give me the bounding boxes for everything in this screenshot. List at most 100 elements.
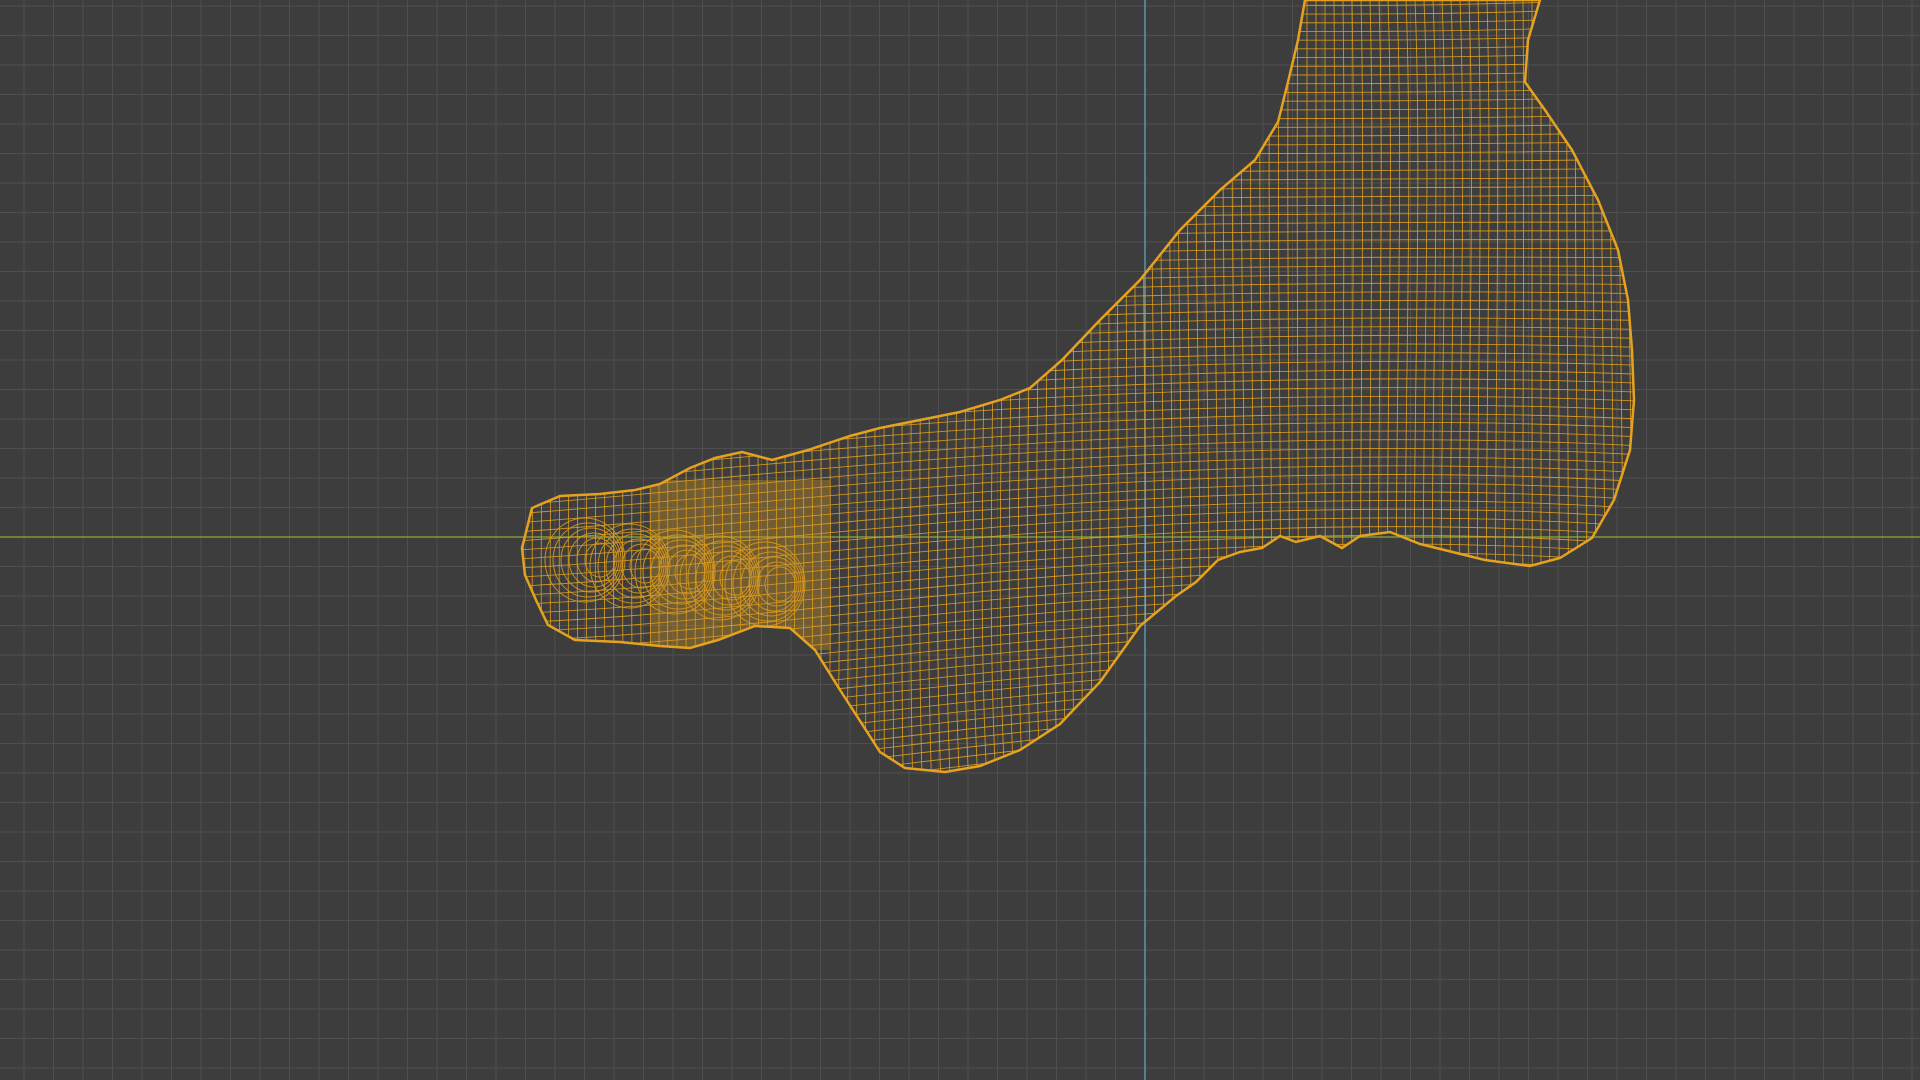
mesh-edge bbox=[585, 0, 592, 772]
mesh-edge bbox=[1565, 0, 1569, 772]
mesh-edge bbox=[666, 0, 669, 772]
mesh-edge bbox=[522, 230, 1634, 282]
mesh-edge bbox=[1158, 0, 1165, 772]
mesh-edge bbox=[963, 0, 971, 772]
toes-mesh bbox=[544, 480, 830, 650]
mesh-edge bbox=[522, 167, 1634, 219]
mesh-edge bbox=[770, 0, 778, 772]
mesh-edge bbox=[1522, 0, 1525, 772]
mesh-edge bbox=[522, 413, 1634, 471]
mesh-edge bbox=[1449, 0, 1457, 772]
mesh-edge bbox=[522, 725, 1634, 772]
mesh-edge bbox=[603, 0, 609, 772]
mesh-edge bbox=[854, 0, 858, 772]
mesh-edge bbox=[522, 387, 1634, 444]
mesh-edge bbox=[567, 0, 575, 772]
floor-grid bbox=[0, 0, 1920, 1080]
mesh-edge bbox=[1107, 0, 1110, 772]
mesh-edge bbox=[1404, 0, 1412, 772]
mesh-edge bbox=[798, 0, 805, 772]
mesh-edge bbox=[981, 0, 989, 772]
mesh-edge bbox=[522, 185, 1634, 237]
viewport-canvas[interactable] bbox=[0, 0, 1920, 1080]
mesh-edge bbox=[522, 717, 1634, 772]
mesh-edge bbox=[1513, 0, 1517, 772]
mesh-edge bbox=[1239, 0, 1246, 772]
mesh-edge bbox=[522, 23, 1634, 75]
mesh-edge bbox=[954, 0, 961, 772]
mesh-edge bbox=[540, 0, 548, 772]
mesh-edge bbox=[1167, 0, 1174, 772]
mesh-edge bbox=[522, 212, 1634, 264]
mesh-edge bbox=[752, 0, 760, 772]
mesh-edge bbox=[945, 0, 952, 772]
mesh-edge bbox=[1431, 0, 1439, 772]
mesh-edge bbox=[522, 59, 1634, 111]
mesh-edge bbox=[1386, 0, 1393, 772]
mesh-edge bbox=[522, 752, 1634, 772]
mesh-edge bbox=[692, 0, 696, 772]
mesh-edge bbox=[522, 247, 1634, 300]
mesh-edge bbox=[807, 0, 814, 772]
mesh-edge bbox=[779, 0, 787, 772]
mesh-edge bbox=[531, 0, 539, 772]
mesh-edge bbox=[649, 0, 652, 772]
mesh-edge bbox=[1476, 0, 1483, 772]
mesh-edge bbox=[1286, 0, 1290, 772]
mesh-edge bbox=[522, 0, 1634, 30]
mesh-edge bbox=[1440, 0, 1448, 772]
mesh-edge bbox=[1305, 0, 1308, 772]
foot-mesh[interactable] bbox=[500, 0, 1660, 841]
mesh-edge bbox=[522, 656, 1634, 723]
mesh-edge bbox=[522, 760, 1634, 772]
mesh-edge bbox=[1548, 0, 1551, 772]
mesh-edge bbox=[1495, 0, 1500, 772]
mesh-edge bbox=[1026, 0, 1033, 772]
mesh-edge bbox=[1248, 0, 1255, 772]
mesh-edge bbox=[788, 0, 796, 772]
mesh-edge bbox=[522, 369, 1634, 426]
mesh-edge bbox=[1486, 0, 1491, 772]
mesh-edge bbox=[683, 0, 687, 772]
mesh-edge bbox=[901, 0, 905, 772]
mesh-edge bbox=[522, 221, 1634, 273]
mesh-edge bbox=[522, 77, 1634, 129]
mesh-edge bbox=[522, 194, 1634, 246]
mesh-edge bbox=[522, 41, 1634, 93]
mesh-edge bbox=[1044, 0, 1050, 772]
mesh-edge bbox=[1035, 0, 1042, 772]
mesh-edge bbox=[972, 0, 980, 772]
mesh-edge bbox=[734, 0, 742, 772]
mesh-edge bbox=[1582, 0, 1587, 772]
mesh-edge bbox=[622, 0, 626, 772]
mesh-edge bbox=[1333, 0, 1336, 772]
3d-viewport[interactable] bbox=[0, 0, 1920, 1080]
mesh-edge bbox=[522, 176, 1634, 228]
mesh-edge bbox=[1220, 0, 1228, 772]
mesh-edge bbox=[1504, 0, 1508, 772]
mesh-edge bbox=[522, 0, 1634, 48]
mesh-edge bbox=[522, 158, 1634, 210]
mesh-edge bbox=[522, 95, 1634, 147]
mesh-silhouette bbox=[520, 0, 1636, 774]
mesh-edge bbox=[1360, 0, 1365, 772]
mesh-edge bbox=[1413, 0, 1421, 772]
mesh-edge bbox=[892, 0, 895, 772]
mesh-edge bbox=[522, 14, 1634, 66]
mesh-edge bbox=[1531, 0, 1533, 772]
mesh-edge bbox=[522, 378, 1634, 435]
mesh-edge bbox=[864, 0, 867, 772]
mesh-edge bbox=[1458, 0, 1465, 772]
mesh-edge bbox=[522, 0, 1634, 21]
mesh-edge bbox=[1133, 0, 1137, 772]
mesh-edge bbox=[522, 361, 1634, 417]
mesh-edge bbox=[1072, 0, 1076, 772]
mesh-edge bbox=[1369, 0, 1374, 772]
mesh-edge bbox=[717, 0, 724, 772]
mesh-edge bbox=[522, 32, 1634, 84]
mesh-edge bbox=[1351, 0, 1355, 772]
mesh-edge bbox=[1081, 0, 1084, 772]
mesh-edge bbox=[522, 769, 1634, 772]
mesh-edge bbox=[522, 131, 1634, 183]
mesh-edge bbox=[1063, 0, 1067, 772]
